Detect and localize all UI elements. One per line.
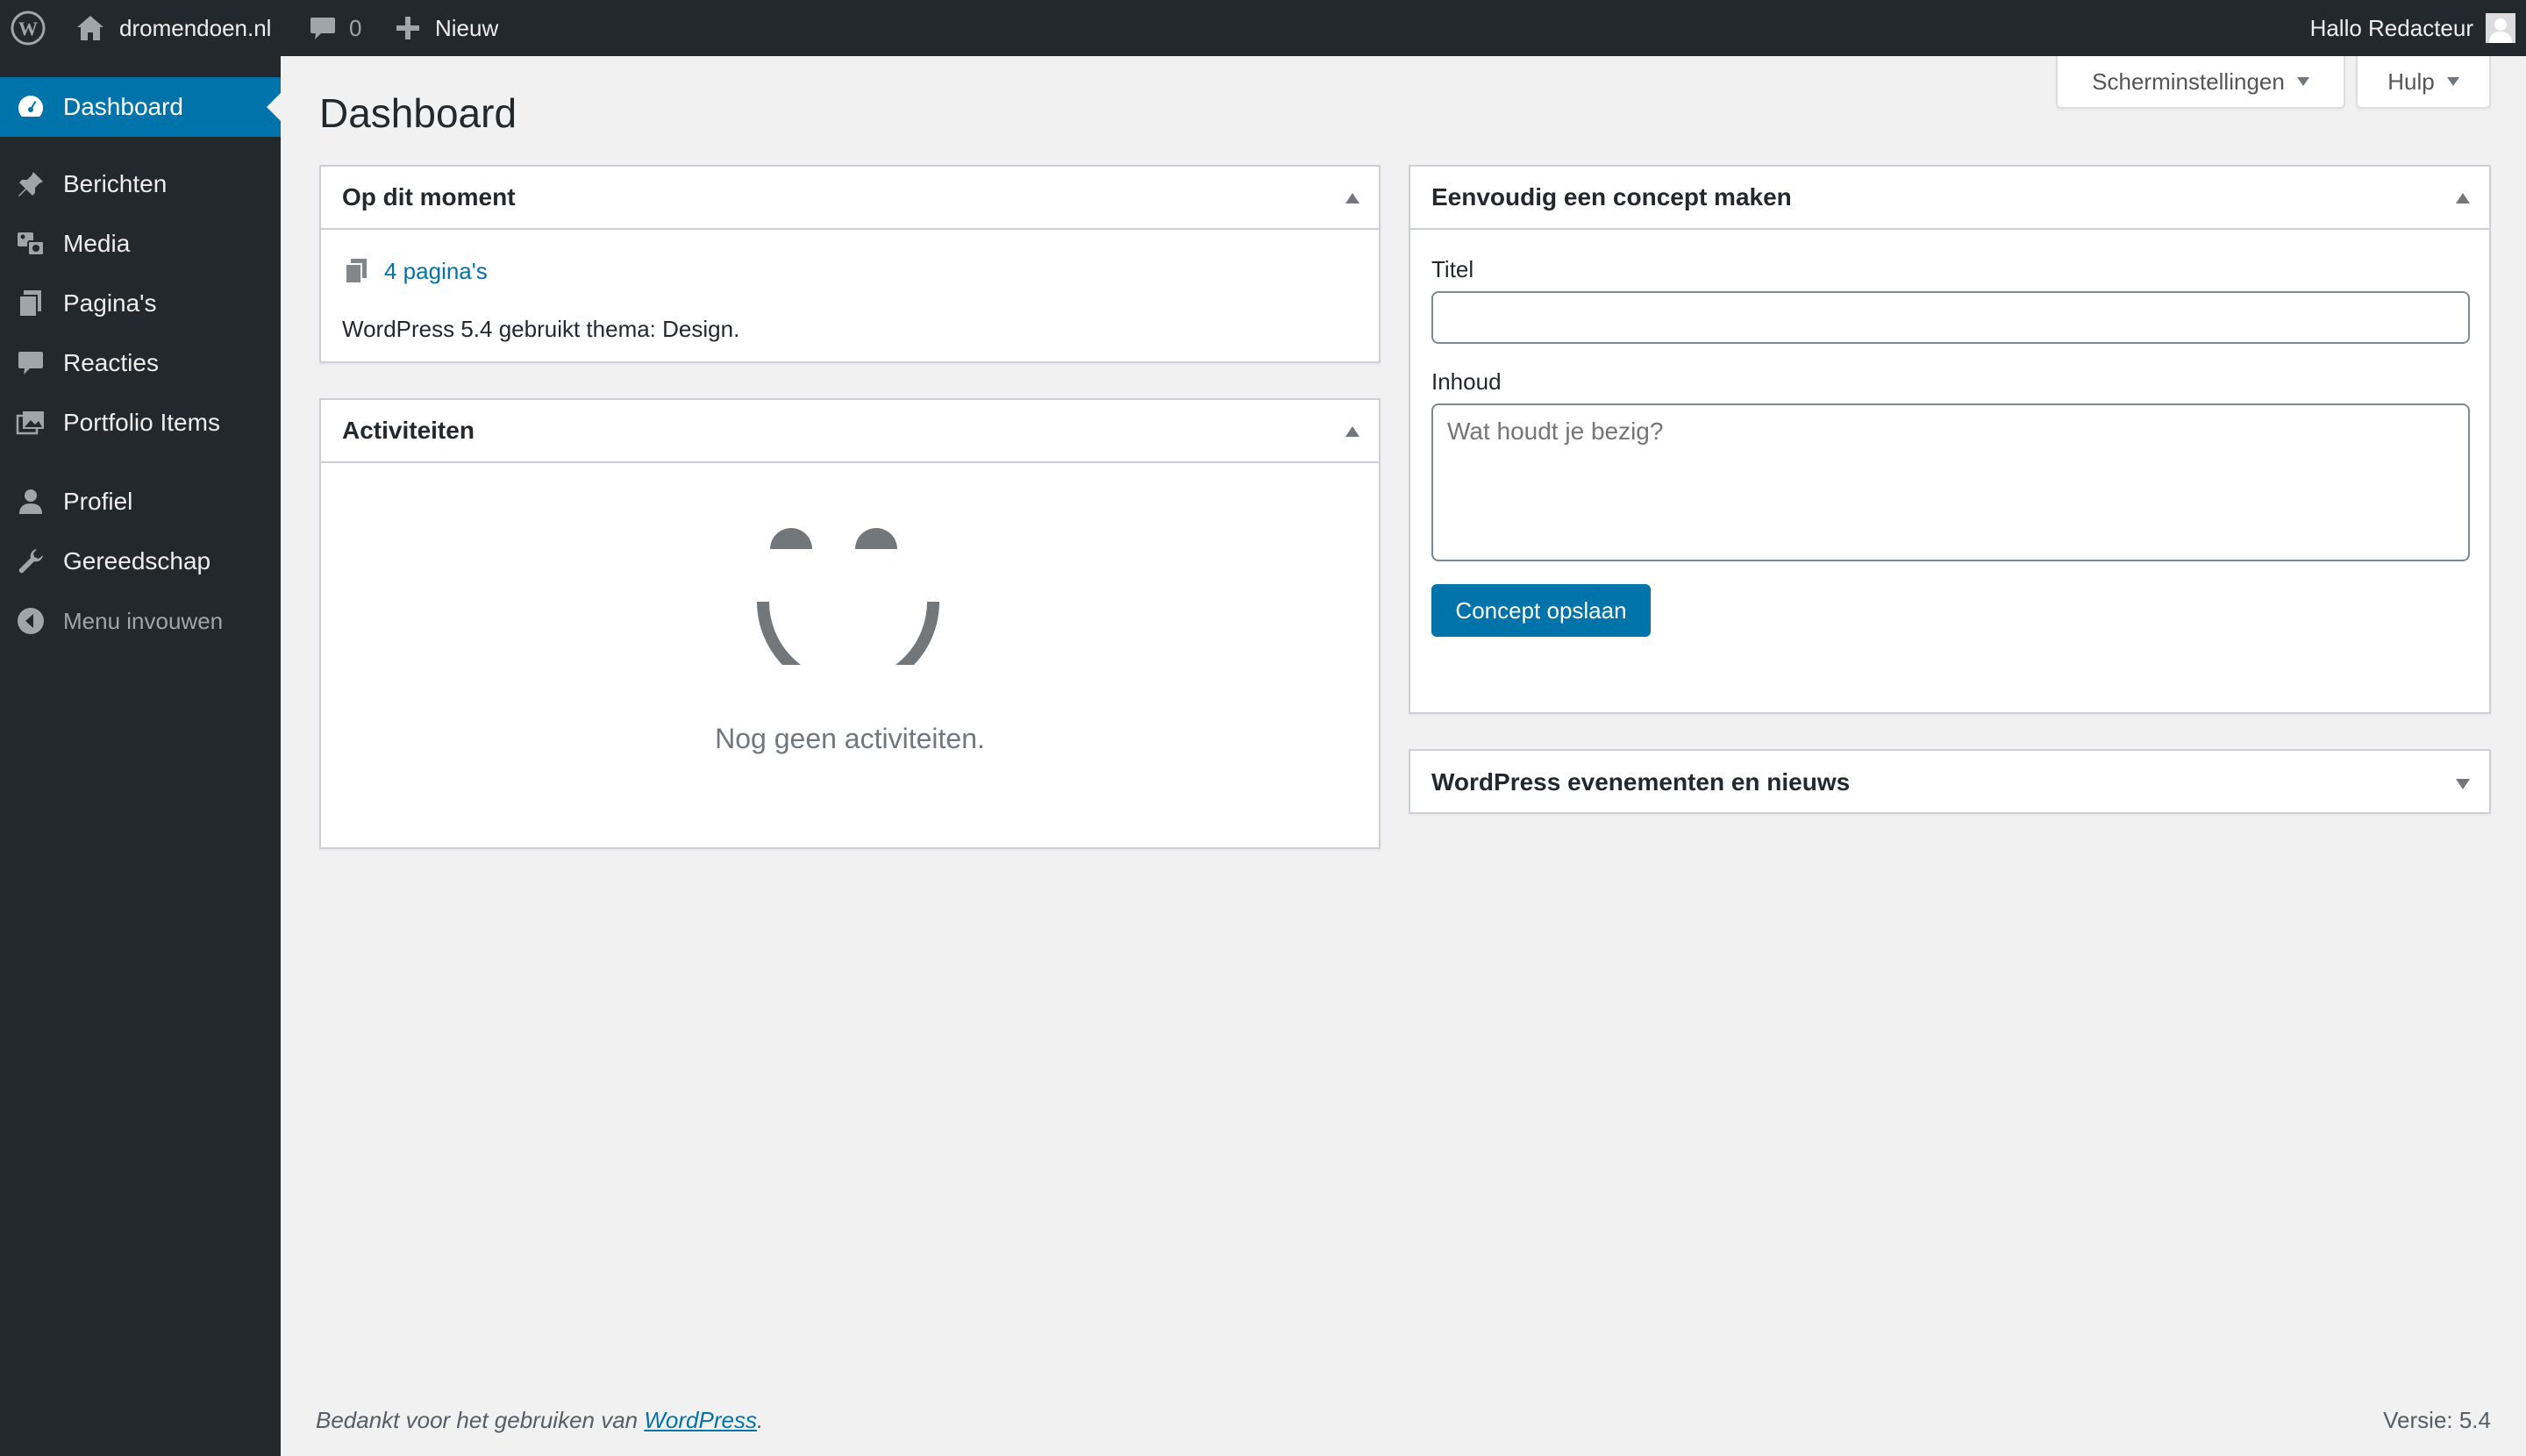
footer-thanks: Bedankt voor het gebruiken van WordPress… bbox=[316, 1407, 763, 1434]
screen-options-label: Scherminstellingen bbox=[2092, 68, 2285, 95]
dashboard-icon bbox=[18, 96, 44, 117]
chevron-down-icon bbox=[2296, 77, 2309, 86]
widget-header[interactable]: Op dit moment bbox=[321, 167, 1379, 230]
new-content-link[interactable]: Nieuw bbox=[395, 0, 498, 56]
wp-version-info: WordPress 5.4 gebruikt thema: Design. bbox=[342, 316, 740, 342]
widget-header[interactable]: Activiteiten bbox=[321, 400, 1379, 463]
wordpress-logo-icon[interactable]: W bbox=[11, 0, 46, 56]
sidebar-item-label: Dashboard bbox=[63, 93, 183, 120]
content-label: Inhoud bbox=[1431, 368, 1502, 395]
pin-icon bbox=[18, 172, 43, 196]
new-label: Nieuw bbox=[435, 14, 499, 41]
chevron-down-icon bbox=[2446, 77, 2459, 86]
widget-header[interactable]: Eenvoudig een concept maken bbox=[1410, 167, 2489, 230]
comment-icon bbox=[309, 15, 337, 41]
pages-count-row: 4 pagina's bbox=[344, 258, 488, 285]
plus-icon bbox=[395, 15, 421, 41]
wordpress-link[interactable]: WordPress bbox=[644, 1407, 757, 1433]
sidebar-item-paginas[interactable]: Pagina's bbox=[0, 274, 281, 333]
help-button[interactable]: Hulp bbox=[2356, 56, 2491, 109]
admin-bar: W dromendoen.nl 0 Nieuw Hallo Redacteur bbox=[0, 0, 2526, 56]
comments-link[interactable]: 0 bbox=[309, 0, 361, 56]
greeting: Hallo Redacteur bbox=[2309, 14, 2473, 41]
expand-toggle-icon[interactable] bbox=[2456, 779, 2470, 789]
comments-icon bbox=[18, 352, 43, 375]
avatar bbox=[2486, 13, 2515, 43]
page-title: Dashboard bbox=[319, 90, 517, 136]
sidebar-item-label: Profiel bbox=[63, 488, 133, 515]
smiley-icon bbox=[757, 528, 939, 665]
sidebar-item-gereedschap[interactable]: Gereedschap bbox=[0, 532, 281, 591]
sidebar-item-label: Gereedschap bbox=[63, 547, 211, 575]
home-icon bbox=[75, 14, 105, 42]
widget-title: Op dit moment bbox=[342, 183, 516, 211]
pages-icon bbox=[345, 258, 367, 284]
sidebar-item-label: Reacties bbox=[63, 349, 159, 376]
activity-widget: Activiteiten Nog geen activiteiten. bbox=[319, 398, 1381, 849]
my-account-link[interactable]: Hallo Redacteur bbox=[2310, 0, 2515, 56]
title-field[interactable] bbox=[1431, 291, 2470, 344]
footer-thanks-suffix: . bbox=[756, 1407, 764, 1433]
comments-count: 0 bbox=[349, 14, 362, 41]
collapse-menu-button[interactable]: Menu invouwen bbox=[0, 591, 281, 651]
portfolio-icon bbox=[16, 411, 44, 435]
pages-icon bbox=[18, 290, 41, 318]
sidebar-item-label: Pagina's bbox=[63, 289, 157, 317]
events-news-widget: WordPress evenementen en nieuws bbox=[1409, 749, 2491, 814]
content-field[interactable] bbox=[1431, 403, 2470, 561]
sidebar-item-dashboard[interactable]: Dashboard bbox=[0, 77, 281, 137]
sidebar-item-reacties[interactable]: Reacties bbox=[0, 333, 281, 393]
collapse-toggle-icon[interactable] bbox=[1345, 426, 1359, 437]
sidebar-item-media[interactable]: Media bbox=[0, 214, 281, 274]
site-name: dromendoen.nl bbox=[119, 14, 272, 41]
footer-thanks-text: Bedankt voor het gebruiken van bbox=[316, 1407, 639, 1433]
sidebar-item-label: Portfolio Items bbox=[63, 409, 220, 436]
collapse-icon bbox=[18, 608, 44, 634]
main-content: Scherminstellingen Hulp Dashboard Op dit… bbox=[281, 56, 2526, 1456]
widget-title: Eenvoudig een concept maken bbox=[1431, 183, 1792, 211]
pages-count-link[interactable]: 4 pagina's bbox=[384, 258, 488, 285]
site-name-link[interactable]: dromendoen.nl bbox=[75, 0, 271, 56]
collapse-toggle-icon[interactable] bbox=[2456, 193, 2470, 203]
title-label: Titel bbox=[1431, 256, 1474, 282]
wrench-icon bbox=[18, 549, 43, 574]
widget-header[interactable]: WordPress evenementen en nieuws bbox=[1410, 751, 2489, 814]
widget-title: Activiteiten bbox=[342, 417, 475, 444]
widget-title: WordPress evenementen en nieuws bbox=[1431, 768, 1851, 796]
user-icon bbox=[19, 489, 42, 514]
footer-version: Versie: 5.4 bbox=[2383, 1407, 2491, 1433]
sidebar-item-profiel[interactable]: Profiel bbox=[0, 472, 281, 532]
sidebar-item-portfolio-items[interactable]: Portfolio Items bbox=[0, 393, 281, 453]
at-a-glance-widget: Op dit moment 4 pagina's WordPress 5.4 g… bbox=[319, 165, 1381, 363]
sidebar-item-label: Menu invouwen bbox=[63, 607, 224, 634]
save-draft-button[interactable]: Concept opslaan bbox=[1431, 584, 1651, 637]
sidebar-item-berichten[interactable]: Berichten bbox=[0, 154, 281, 214]
svg-text:W: W bbox=[18, 18, 38, 39]
sidebar-item-label: Berichten bbox=[63, 170, 168, 197]
collapse-toggle-icon[interactable] bbox=[1345, 193, 1359, 203]
help-label: Hulp bbox=[2387, 68, 2435, 95]
admin-sidebar: Dashboard Berichten Media Pagina's React… bbox=[0, 56, 281, 1456]
screen-options-button[interactable]: Scherminstellingen bbox=[2056, 56, 2345, 109]
sidebar-item-label: Media bbox=[63, 230, 131, 257]
empty-activity-text: Nog geen activiteiten. bbox=[715, 723, 985, 754]
quick-draft-widget: Eenvoudig een concept maken Titel Inhoud… bbox=[1409, 165, 2491, 714]
media-icon bbox=[18, 232, 45, 256]
